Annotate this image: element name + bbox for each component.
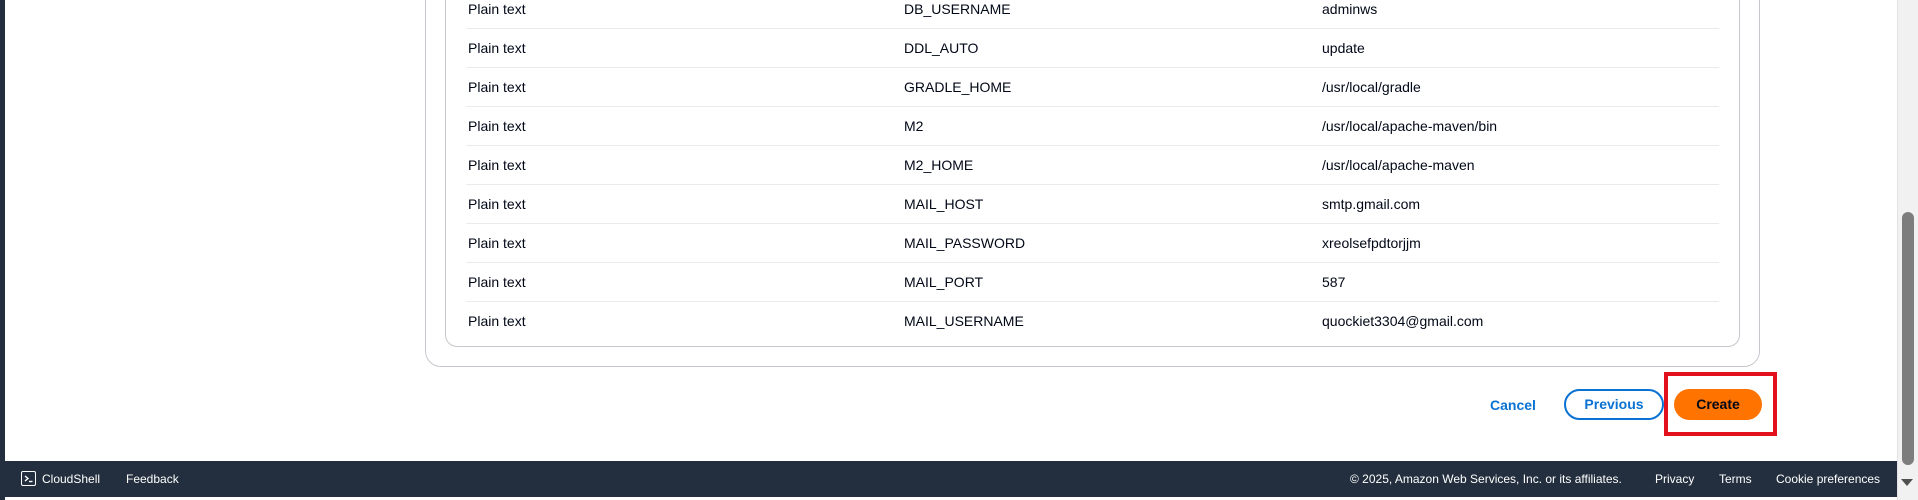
var-type: Plain text bbox=[468, 1, 526, 17]
var-name: MAIL_USERNAME bbox=[904, 313, 1024, 329]
table-row: Plain text MAIL_PASSWORD xreolsefpdtorjj… bbox=[466, 224, 1719, 263]
var-type: Plain text bbox=[468, 313, 526, 329]
var-name: MAIL_PORT bbox=[904, 274, 984, 290]
scroll-down-arrow-icon[interactable] bbox=[1901, 479, 1913, 486]
var-value: smtp.gmail.com bbox=[1322, 196, 1421, 212]
var-type: Plain text bbox=[468, 118, 526, 134]
var-value: /usr/local/apache-maven/bin bbox=[1322, 118, 1498, 134]
var-type: Plain text bbox=[468, 196, 526, 212]
var-value: /usr/local/apache-maven bbox=[1322, 157, 1475, 173]
cloudshell-link[interactable]: CloudShell bbox=[42, 461, 100, 497]
var-value: xreolsefpdtorjjm bbox=[1322, 235, 1421, 251]
var-value: update bbox=[1322, 40, 1365, 56]
table-row: Plain text DB_USERNAME adminws bbox=[466, 0, 1719, 29]
table-row: Plain text M2_HOME /usr/local/apache-mav… bbox=[466, 146, 1719, 185]
var-name: DB_USERNAME bbox=[904, 1, 1011, 17]
privacy-link[interactable]: Privacy bbox=[1655, 461, 1694, 497]
var-name: MAIL_PASSWORD bbox=[904, 235, 1026, 251]
var-type: Plain text bbox=[468, 40, 526, 56]
table-row: Plain text MAIL_USERNAME quockiet3304@gm… bbox=[466, 302, 1719, 341]
left-edge bbox=[0, 0, 5, 500]
var-value: quockiet3304@gmail.com bbox=[1322, 313, 1484, 329]
table-row: Plain text GRADLE_HOME /usr/local/gradle bbox=[466, 68, 1719, 107]
var-value: /usr/local/gradle bbox=[1322, 79, 1421, 95]
table-row: Plain text M2 /usr/local/apache-maven/bi… bbox=[466, 107, 1719, 146]
var-type: Plain text bbox=[468, 79, 526, 95]
var-name: DDL_AUTO bbox=[904, 40, 979, 56]
feedback-link[interactable]: Feedback bbox=[126, 461, 179, 497]
var-type: Plain text bbox=[468, 274, 526, 290]
var-name: M2_HOME bbox=[904, 157, 974, 173]
var-name: MAIL_HOST bbox=[904, 196, 984, 212]
var-type: Plain text bbox=[468, 157, 526, 173]
terms-link[interactable]: Terms bbox=[1719, 461, 1752, 497]
var-value: 587 bbox=[1322, 274, 1346, 290]
table-row: Plain text DDL_AUTO update bbox=[466, 29, 1719, 68]
page-scrollbar[interactable] bbox=[1897, 0, 1918, 500]
console-footer: CloudShell Feedback © 2025, Amazon Web S… bbox=[5, 461, 1897, 497]
cancel-button[interactable]: Cancel bbox=[1480, 388, 1546, 422]
var-name: M2 bbox=[904, 118, 924, 134]
var-value: adminws bbox=[1322, 1, 1378, 17]
previous-button[interactable]: Previous bbox=[1564, 389, 1664, 420]
table-row: Plain text MAIL_HOST smtp.gmail.com bbox=[466, 185, 1719, 224]
create-button-highlight bbox=[1664, 372, 1777, 436]
scrollbar-thumb[interactable] bbox=[1902, 212, 1914, 465]
cloudshell-icon[interactable] bbox=[21, 471, 36, 486]
cookie-preferences-link[interactable]: Cookie preferences bbox=[1776, 461, 1880, 497]
var-name: GRADLE_HOME bbox=[904, 79, 1012, 95]
var-type: Plain text bbox=[468, 235, 526, 251]
environment-variables-table: Plain text DB_USERNAME adminws Plain tex… bbox=[466, 0, 1719, 341]
copyright-text: © 2025, Amazon Web Services, Inc. or its… bbox=[1350, 472, 1622, 486]
table-row: Plain text MAIL_PORT 587 bbox=[466, 263, 1719, 302]
